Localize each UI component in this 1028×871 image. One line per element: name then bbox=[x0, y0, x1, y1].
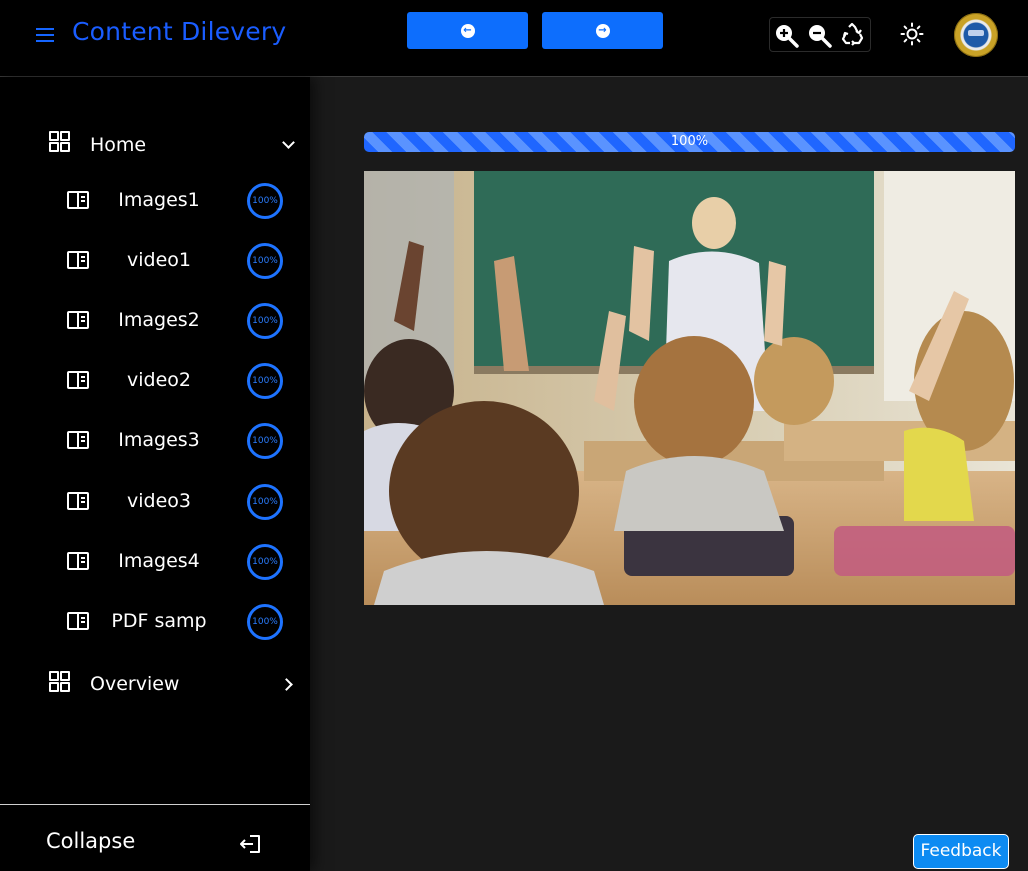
progress-ring: 100% bbox=[247, 183, 283, 219]
sidebar-item[interactable]: PDF samp 100% bbox=[0, 592, 310, 652]
sidebar-item[interactable]: video3 100% bbox=[0, 472, 310, 532]
top-header: Content Dilevery ← → bbox=[0, 0, 1028, 77]
collapse-icon[interactable] bbox=[240, 834, 262, 854]
progress-ring-label: 100% bbox=[252, 557, 278, 567]
grid-icon bbox=[49, 131, 70, 152]
arrow-left-icon: ← bbox=[460, 23, 475, 38]
sidebar-item-label: Images1 bbox=[118, 189, 200, 211]
book-open-icon bbox=[67, 371, 89, 389]
progress-ring-label: 100% bbox=[252, 436, 278, 446]
progress-label: 100% bbox=[670, 134, 709, 149]
book-open-icon bbox=[67, 492, 89, 510]
sidebar-item-label: Images3 bbox=[118, 429, 200, 451]
next-button[interactable]: → bbox=[542, 12, 663, 49]
arrow-right-icon: → bbox=[595, 23, 610, 38]
zoom-out-icon[interactable] bbox=[806, 22, 832, 48]
avatar-emblem bbox=[968, 30, 984, 36]
section-label: Overview bbox=[90, 673, 180, 695]
chevron-right-icon bbox=[280, 678, 293, 691]
book-open-icon bbox=[67, 431, 89, 449]
book-open-icon bbox=[67, 251, 89, 269]
progress-ring: 100% bbox=[247, 423, 283, 459]
progress-ring-label: 100% bbox=[252, 256, 278, 266]
book-open-icon bbox=[67, 552, 89, 570]
chevron-down-icon bbox=[282, 136, 295, 149]
book-open-icon bbox=[67, 612, 89, 630]
sidebar-item-label: video2 bbox=[127, 369, 191, 391]
progress-ring-label: 100% bbox=[252, 316, 278, 326]
progress-ring: 100% bbox=[247, 544, 283, 580]
sidebar-item[interactable]: video1 100% bbox=[0, 231, 310, 291]
user-avatar[interactable] bbox=[954, 13, 998, 57]
progress-ring-label: 100% bbox=[252, 196, 278, 206]
zoom-controls bbox=[769, 17, 871, 52]
feedback-button[interactable]: Feedback bbox=[913, 834, 1009, 869]
content-progress-bar: 100% bbox=[364, 132, 1015, 152]
sidebar-item[interactable]: video2 100% bbox=[0, 351, 310, 411]
book-open-icon bbox=[67, 191, 89, 209]
section-label: Home bbox=[90, 134, 147, 156]
progress-ring-label: 100% bbox=[252, 497, 278, 507]
progress-ring: 100% bbox=[247, 303, 283, 339]
sun-icon[interactable] bbox=[900, 22, 924, 46]
sidebar-item-label: PDF samp bbox=[111, 610, 207, 632]
sidebar-section-home[interactable]: Home bbox=[0, 125, 310, 165]
progress-ring: 100% bbox=[247, 604, 283, 640]
collapse-button[interactable]: Collapse bbox=[46, 829, 135, 853]
sidebar-section-overview[interactable]: Overview bbox=[0, 665, 310, 705]
grid-icon bbox=[49, 671, 70, 692]
zoom-in-icon[interactable] bbox=[773, 22, 799, 48]
sidebar-item-label: Images2 bbox=[118, 309, 200, 331]
progress-ring: 100% bbox=[247, 243, 283, 279]
sidebar: Home Images1 100% video1 100% Images2 100% vid… bbox=[0, 77, 310, 871]
hamburger-menu-icon[interactable] bbox=[36, 27, 55, 43]
progress-ring-label: 100% bbox=[252, 376, 278, 386]
progress-ring: 100% bbox=[247, 363, 283, 399]
sidebar-item-label: video1 bbox=[127, 249, 191, 271]
book-open-icon bbox=[67, 311, 89, 329]
progress-ring: 100% bbox=[247, 484, 283, 520]
sidebar-item[interactable]: Images3 100% bbox=[0, 411, 310, 471]
sidebar-item-label: video3 bbox=[127, 490, 191, 512]
classroom-image bbox=[364, 171, 1015, 605]
sidebar-item[interactable]: Images2 100% bbox=[0, 291, 310, 351]
sidebar-divider bbox=[0, 804, 310, 805]
sidebar-item-label: Images4 bbox=[118, 550, 200, 572]
sidebar-item[interactable]: Images1 100% bbox=[0, 171, 310, 231]
recycle-icon[interactable] bbox=[839, 22, 865, 48]
app-title: Content Dilevery bbox=[72, 17, 287, 46]
sidebar-item[interactable]: Images4 100% bbox=[0, 532, 310, 592]
previous-button[interactable]: ← bbox=[407, 12, 528, 49]
progress-ring-label: 100% bbox=[252, 617, 278, 627]
